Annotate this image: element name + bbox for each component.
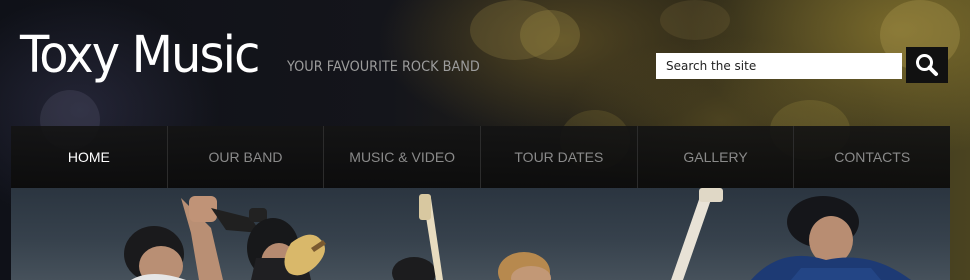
bokeh-light xyxy=(470,0,560,60)
main-navigation: HOME OUR BAND MUSIC & VIDEO TOUR DATES G… xyxy=(11,126,950,188)
site-slogan: YOUR FAVOURITE ROCK BAND xyxy=(287,59,480,75)
nav-item-music-video[interactable]: MUSIC & VIDEO xyxy=(323,126,480,188)
nav-item-contacts[interactable]: CONTACTS xyxy=(793,126,950,188)
nav-item-tour-dates[interactable]: TOUR DATES xyxy=(480,126,637,188)
site-logo[interactable]: Toxy Music xyxy=(20,30,260,81)
search-input[interactable]: Search the site xyxy=(656,53,902,79)
bokeh-light xyxy=(520,10,580,60)
hero-band-photo xyxy=(11,188,950,280)
band-silhouettes-image xyxy=(124,188,911,280)
nav-item-home[interactable]: HOME xyxy=(11,126,167,188)
search-button[interactable] xyxy=(906,47,948,83)
bokeh-light xyxy=(660,0,730,40)
nav-item-our-band[interactable]: OUR BAND xyxy=(166,126,324,188)
magnifier-icon xyxy=(916,54,938,76)
nav-item-gallery[interactable]: GALLERY xyxy=(636,126,794,188)
